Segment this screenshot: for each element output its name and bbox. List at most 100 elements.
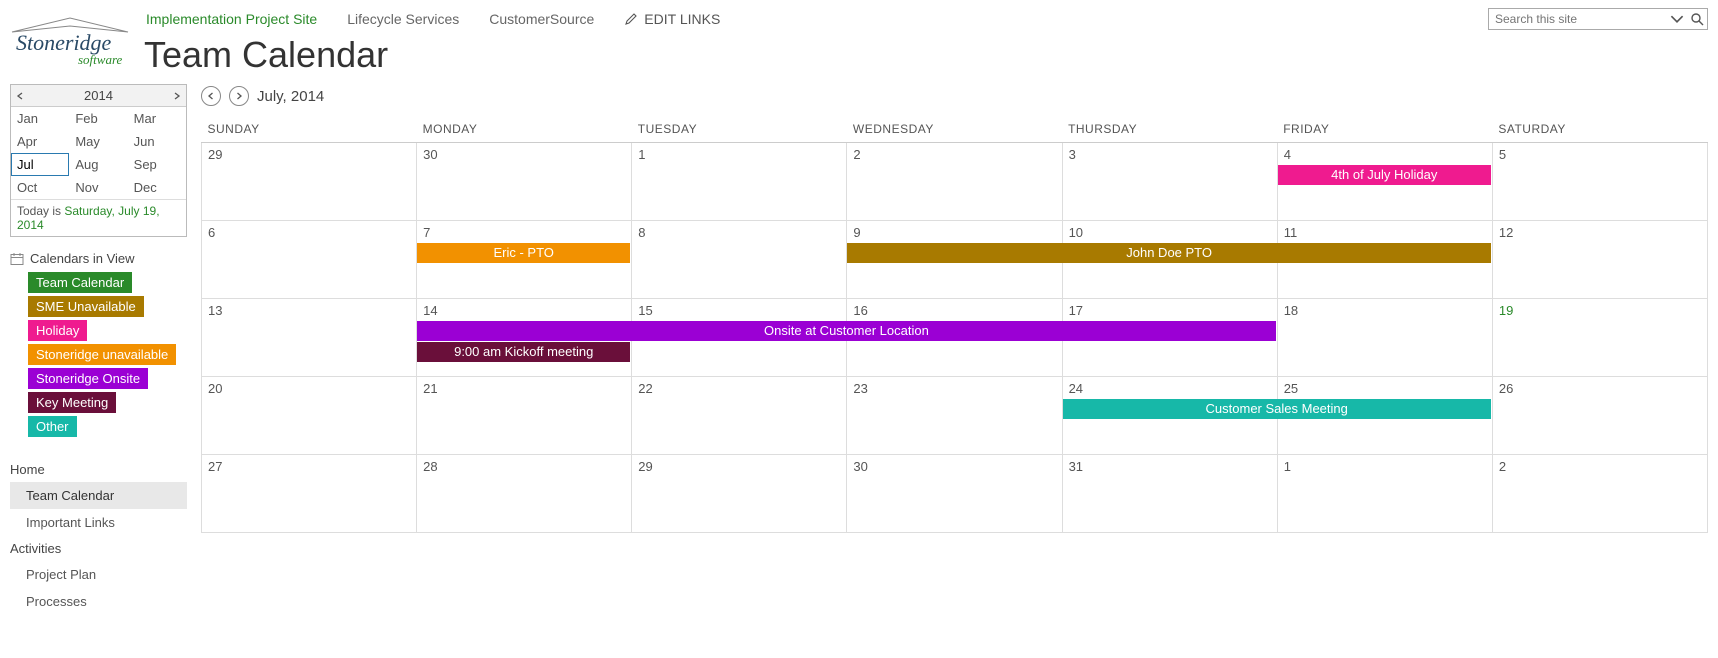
calendar-day-cell[interactable]: 30 xyxy=(417,143,632,221)
calendar-icon xyxy=(10,252,24,266)
mini-month-feb[interactable]: Feb xyxy=(69,107,127,130)
calendar-overlay-toggle[interactable]: SME Unavailable xyxy=(28,296,144,317)
calendar-day-cell[interactable]: 31 xyxy=(1062,455,1277,533)
calendar-overlay-toggle[interactable]: Other xyxy=(28,416,77,437)
calendar-day-cell[interactable]: 15 xyxy=(632,299,847,377)
calendar-day-cell[interactable]: 44th of July Holiday xyxy=(1277,143,1492,221)
calendar-day-cell[interactable]: 27 xyxy=(202,455,417,533)
calendar-day-cell[interactable]: 12 xyxy=(1492,221,1707,299)
mini-month-nov[interactable]: Nov xyxy=(69,176,127,199)
calendar-day-cell[interactable]: 26 xyxy=(1492,377,1707,455)
calendar-day-cell[interactable]: 23 xyxy=(847,377,1062,455)
nav-item[interactable]: Team Calendar xyxy=(10,482,187,509)
calendar-day-cell[interactable]: 2 xyxy=(1492,455,1707,533)
calendar-overlay-toggle[interactable]: Key Meeting xyxy=(28,392,116,413)
day-number: 31 xyxy=(1063,455,1277,478)
day-of-week-header: FRIDAY xyxy=(1277,116,1492,143)
day-number: 22 xyxy=(632,377,846,400)
topnav-link[interactable]: Lifecycle Services xyxy=(347,11,459,27)
mini-month-sep[interactable]: Sep xyxy=(128,153,186,176)
calendar-day-cell[interactable]: 11 xyxy=(1277,221,1492,299)
mini-month-jun[interactable]: Jun xyxy=(128,130,186,153)
day-number: 23 xyxy=(847,377,1061,400)
calendar-day-cell[interactable]: 6 xyxy=(202,221,417,299)
mini-month-jul[interactable]: Jul xyxy=(11,153,69,176)
mini-month-aug[interactable]: Aug xyxy=(69,153,127,176)
search-box[interactable] xyxy=(1488,8,1708,30)
calendar-day-cell[interactable]: 24Customer Sales Meeting xyxy=(1062,377,1277,455)
day-number: 4 xyxy=(1278,143,1492,166)
day-number: 30 xyxy=(847,455,1061,478)
day-number: 12 xyxy=(1493,221,1707,244)
page-title: Team Calendar xyxy=(140,32,1488,76)
nav-item[interactable]: Processes xyxy=(10,588,187,615)
calendar-day-cell[interactable]: 16 xyxy=(847,299,1062,377)
mini-month-dec[interactable]: Dec xyxy=(128,176,186,199)
search-input[interactable] xyxy=(1489,9,1667,29)
logo[interactable]: Stoneridge software xyxy=(10,6,140,71)
calendar-day-cell[interactable]: 29 xyxy=(202,143,417,221)
calendar-day-cell[interactable]: 19 xyxy=(1492,299,1707,377)
calendar-day-cell[interactable]: 20 xyxy=(202,377,417,455)
calendar-event[interactable]: Eric - PTO xyxy=(417,243,630,263)
topnav-link[interactable]: Implementation Project Site xyxy=(146,11,317,27)
calendar-overlay-toggle[interactable]: Team Calendar xyxy=(28,272,132,293)
calendar-overlay-toggle[interactable]: Holiday xyxy=(28,320,87,341)
calendar-day-cell[interactable]: 8 xyxy=(632,221,847,299)
calendar-day-cell[interactable]: 3 xyxy=(1062,143,1277,221)
day-of-week-header: MONDAY xyxy=(417,116,632,143)
calendar-day-cell[interactable]: 30 xyxy=(847,455,1062,533)
prev-month-button[interactable] xyxy=(201,86,221,106)
calendar-day-cell[interactable]: 18 xyxy=(1277,299,1492,377)
calendar-day-cell[interactable]: 14Onsite at Customer Location9:00 am Kic… xyxy=(417,299,632,377)
calendar-overlay-toggle[interactable]: Stoneridge unavailable xyxy=(28,344,176,365)
calendar-day-cell[interactable]: 25 xyxy=(1277,377,1492,455)
day-number: 17 xyxy=(1063,299,1277,322)
calendar-day-cell[interactable]: 5 xyxy=(1492,143,1707,221)
calendar-day-cell[interactable]: 9John Doe PTO xyxy=(847,221,1062,299)
calendar-day-cell[interactable]: 1 xyxy=(632,143,847,221)
day-number: 5 xyxy=(1493,143,1707,166)
day-number: 13 xyxy=(202,299,416,322)
calendar-day-cell[interactable]: 28 xyxy=(417,455,632,533)
mini-month-oct[interactable]: Oct xyxy=(11,176,69,199)
calendar-day-cell[interactable]: 22 xyxy=(632,377,847,455)
nav-item[interactable]: Project Plan xyxy=(10,561,187,588)
calendar-day-cell[interactable]: 13 xyxy=(202,299,417,377)
day-of-week-header: WEDNESDAY xyxy=(847,116,1062,143)
day-number: 11 xyxy=(1278,221,1492,244)
day-number: 15 xyxy=(632,299,846,322)
search-icon[interactable] xyxy=(1687,9,1707,29)
mini-month-apr[interactable]: Apr xyxy=(11,130,69,153)
calendar-day-cell[interactable]: 29 xyxy=(632,455,847,533)
nav-group[interactable]: Home xyxy=(10,457,187,482)
search-scope-dropdown[interactable] xyxy=(1667,9,1687,29)
next-month-button[interactable] xyxy=(229,86,249,106)
calendar-event[interactable]: 9:00 am Kickoff meeting xyxy=(417,342,630,362)
mini-month-mar[interactable]: Mar xyxy=(128,107,186,130)
mini-month-may[interactable]: May xyxy=(69,130,127,153)
calendar-day-cell[interactable]: 10 xyxy=(1062,221,1277,299)
nav-item[interactable]: Important Links xyxy=(10,509,187,536)
month-calendar: SUNDAYMONDAYTUESDAYWEDNESDAYTHURSDAYFRID… xyxy=(201,116,1708,533)
day-number: 20 xyxy=(202,377,416,400)
day-number: 29 xyxy=(202,143,416,166)
top-nav: Implementation Project Site Lifecycle Ser… xyxy=(140,6,1488,32)
calendar-day-cell[interactable]: 2 xyxy=(847,143,1062,221)
prev-year-button[interactable] xyxy=(13,89,27,103)
calendar-day-cell[interactable]: 17 xyxy=(1062,299,1277,377)
day-number: 6 xyxy=(202,221,416,244)
calendar-day-cell[interactable]: 21 xyxy=(417,377,632,455)
calendar-overlay-toggle[interactable]: Stoneridge Onsite xyxy=(28,368,148,389)
day-number: 26 xyxy=(1493,377,1707,400)
edit-links-button[interactable]: EDIT LINKS xyxy=(624,11,720,27)
topnav-link[interactable]: CustomerSource xyxy=(489,11,594,27)
calendar-day-cell[interactable]: 7Eric - PTO xyxy=(417,221,632,299)
next-year-button[interactable] xyxy=(170,89,184,103)
calendar-event[interactable]: 4th of July Holiday xyxy=(1278,165,1491,185)
day-number: 14 xyxy=(417,299,631,322)
nav-group[interactable]: Activities xyxy=(10,536,187,561)
pencil-icon xyxy=(624,12,638,26)
mini-month-jan[interactable]: Jan xyxy=(11,107,69,130)
calendar-day-cell[interactable]: 1 xyxy=(1277,455,1492,533)
